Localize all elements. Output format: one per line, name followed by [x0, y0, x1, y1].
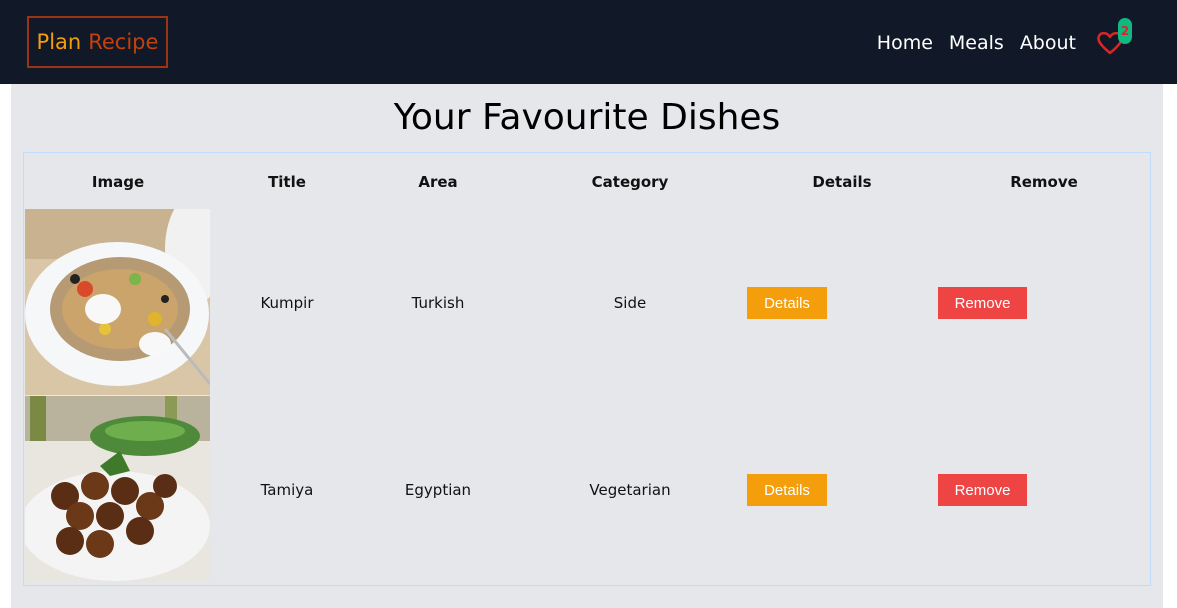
dish-area: Egyptian: [404, 481, 472, 499]
header-title: Title: [268, 173, 306, 191]
kumpir-image: [25, 209, 210, 395]
tamiya-image: [25, 396, 210, 582]
dish-area: Turkish: [411, 294, 465, 312]
dish-image: [25, 396, 210, 582]
nav-links: Home Meals About: [877, 31, 1076, 55]
main-content: Your Favourite Dishes Image Title Area C…: [11, 84, 1163, 608]
nav-meals-link[interactable]: Meals: [949, 31, 1004, 55]
page-title: Your Favourite Dishes: [393, 97, 781, 138]
details-button[interactable]: Details: [747, 474, 827, 506]
remove-button[interactable]: Remove: [938, 287, 1027, 319]
header-remove: Remove: [1010, 173, 1078, 191]
navbar: Plan Recipe Home Meals About 2: [0, 0, 1177, 84]
dish-category: Side: [613, 294, 647, 312]
favorites-table: Image Title Area Category Details Remove: [23, 152, 1151, 586]
brand-logo[interactable]: Plan Recipe: [27, 16, 168, 68]
header-category: Category: [591, 173, 669, 191]
favorites-button[interactable]: 2: [1096, 18, 1132, 58]
dish-title: Kumpir: [260, 294, 314, 312]
favorites-count-badge: 2: [1118, 18, 1132, 44]
header-image: Image: [91, 173, 145, 191]
brand-plan-text: Plan: [36, 30, 82, 54]
nav-about-link[interactable]: About: [1020, 31, 1076, 55]
remove-button[interactable]: Remove: [938, 474, 1027, 506]
dish-title: Tamiya: [260, 481, 314, 499]
header-details: Details: [812, 173, 872, 191]
header-area: Area: [418, 173, 458, 191]
details-button[interactable]: Details: [747, 287, 827, 319]
dish-image: [25, 209, 210, 395]
brand-recipe-text: Recipe: [88, 30, 159, 54]
dish-category: Vegetarian: [589, 481, 671, 499]
nav-home-link[interactable]: Home: [877, 31, 933, 55]
